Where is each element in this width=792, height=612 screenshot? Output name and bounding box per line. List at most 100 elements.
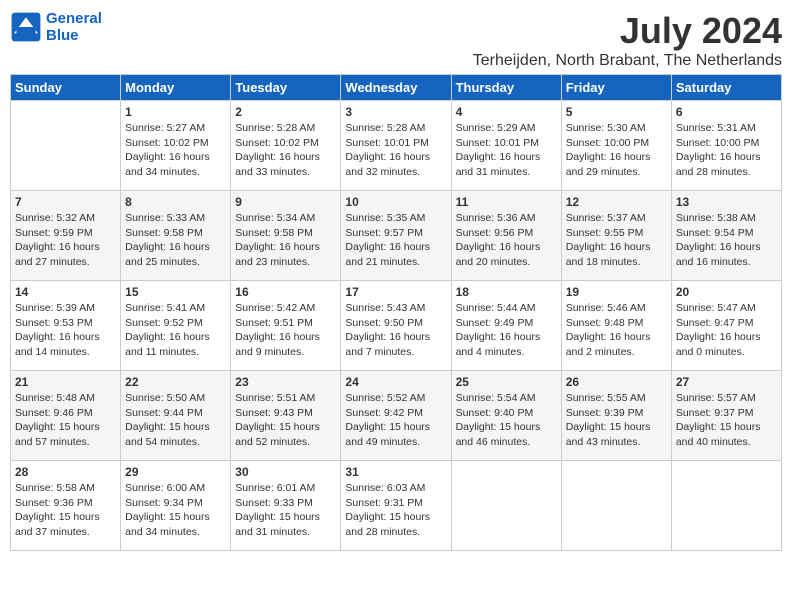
calendar-cell: 4 Sunrise: 5:29 AM Sunset: 10:01 PM Dayli… — [451, 101, 561, 191]
month-title: July 2024 — [473, 10, 782, 52]
calendar-cell: 16 Sunrise: 5:42 AM Sunset: 9:51 PM Dayli… — [231, 281, 341, 371]
calendar-cell — [451, 461, 561, 551]
cell-content: Sunrise: 5:29 AM Sunset: 10:01 PM Daylig… — [456, 121, 557, 180]
cell-content: Sunrise: 5:28 AM Sunset: 10:01 PM Daylig… — [345, 121, 446, 180]
weekday-header-sunday: Sunday — [11, 75, 121, 101]
calendar-cell: 26 Sunrise: 5:55 AM Sunset: 9:39 PM Dayli… — [561, 371, 671, 461]
day-number: 31 — [345, 465, 446, 479]
cell-content: Sunrise: 5:38 AM Sunset: 9:54 PM Dayligh… — [676, 211, 777, 270]
day-number: 24 — [345, 375, 446, 389]
calendar-cell: 7Sunrise: 5:32 AM Sunset: 9:59 PM Daylig… — [11, 191, 121, 281]
cell-content: Sunrise: 5:31 AM Sunset: 10:00 PM Daylig… — [676, 121, 777, 180]
logo-text: General Blue — [46, 10, 102, 44]
cell-content: Sunrise: 5:54 AM Sunset: 9:40 PM Dayligh… — [456, 391, 557, 450]
day-number: 17 — [345, 285, 446, 299]
calendar-week-row: 14 Sunrise: 5:39 AM Sunset: 9:53 PM Dayli… — [11, 281, 782, 371]
day-number: 5 — [566, 105, 667, 119]
day-number: 16 — [235, 285, 336, 299]
cell-content: Sunrise: 5:51 AM Sunset: 9:43 PM Dayligh… — [235, 391, 336, 450]
calendar-week-row: 28 Sunrise: 5:58 AM Sunset: 9:36 PM Dayli… — [11, 461, 782, 551]
calendar-week-row: 1Sunrise: 5:27 AM Sunset: 10:02 PM Dayli… — [11, 101, 782, 191]
cell-content: Sunrise: 5:35 AM Sunset: 9:57 PM Dayligh… — [345, 211, 446, 270]
day-number: 18 — [456, 285, 557, 299]
cell-content: Sunrise: 5:39 AM Sunset: 9:53 PM Dayligh… — [15, 301, 116, 360]
day-number: 28 — [15, 465, 116, 479]
day-number: 4 — [456, 105, 557, 119]
cell-content: Sunrise: 5:44 AM Sunset: 9:49 PM Dayligh… — [456, 301, 557, 360]
calendar-cell: 30 Sunrise: 6:01 AM Sunset: 9:33 PM Dayli… — [231, 461, 341, 551]
day-number: 29 — [125, 465, 226, 479]
calendar-cell: 5Sunrise: 5:30 AM Sunset: 10:00 PM Dayli… — [561, 101, 671, 191]
cell-content: Sunrise: 5:47 AM Sunset: 9:47 PM Dayligh… — [676, 301, 777, 360]
calendar-cell: 13Sunrise: 5:38 AM Sunset: 9:54 PM Dayli… — [671, 191, 781, 281]
calendar-table: SundayMondayTuesdayWednesdayThursdayFrid… — [10, 74, 782, 551]
cell-content: Sunrise: 5:37 AM Sunset: 9:55 PM Dayligh… — [566, 211, 667, 270]
calendar-cell: 2 Sunrise: 5:28 AM Sunset: 10:02 PM Dayli… — [231, 101, 341, 191]
weekday-header-monday: Monday — [121, 75, 231, 101]
calendar-cell: 20 Sunrise: 5:47 AM Sunset: 9:47 PM Dayli… — [671, 281, 781, 371]
calendar-cell: 24 Sunrise: 5:52 AM Sunset: 9:42 PM Dayli… — [341, 371, 451, 461]
calendar-cell: 22 Sunrise: 5:50 AM Sunset: 9:44 PM Dayli… — [121, 371, 231, 461]
day-number: 9 — [235, 195, 336, 209]
cell-content: Sunrise: 5:52 AM Sunset: 9:42 PM Dayligh… — [345, 391, 446, 450]
day-number: 10 — [345, 195, 446, 209]
cell-content: Sunrise: 5:43 AM Sunset: 9:50 PM Dayligh… — [345, 301, 446, 360]
cell-content: Sunrise: 5:55 AM Sunset: 9:39 PM Dayligh… — [566, 391, 667, 450]
calendar-cell — [671, 461, 781, 551]
calendar-cell: 6Sunrise: 5:31 AM Sunset: 10:00 PM Dayli… — [671, 101, 781, 191]
day-number: 14 — [15, 285, 116, 299]
calendar-cell: 12 Sunrise: 5:37 AM Sunset: 9:55 PM Dayli… — [561, 191, 671, 281]
cell-content: Sunrise: 5:58 AM Sunset: 9:36 PM Dayligh… — [15, 481, 116, 540]
day-number: 30 — [235, 465, 336, 479]
cell-content: Sunrise: 5:41 AM Sunset: 9:52 PM Dayligh… — [125, 301, 226, 360]
calendar-cell: 29Sunrise: 6:00 AM Sunset: 9:34 PM Dayli… — [121, 461, 231, 551]
calendar-cell: 10 Sunrise: 5:35 AM Sunset: 9:57 PM Dayli… — [341, 191, 451, 281]
calendar-cell: 9 Sunrise: 5:34 AM Sunset: 9:58 PM Daylig… — [231, 191, 341, 281]
calendar-week-row: 7Sunrise: 5:32 AM Sunset: 9:59 PM Daylig… — [11, 191, 782, 281]
calendar-cell: 15 Sunrise: 5:41 AM Sunset: 9:52 PM Dayli… — [121, 281, 231, 371]
calendar-cell: 28 Sunrise: 5:58 AM Sunset: 9:36 PM Dayli… — [11, 461, 121, 551]
calendar-cell: 19Sunrise: 5:46 AM Sunset: 9:48 PM Dayli… — [561, 281, 671, 371]
day-number: 20 — [676, 285, 777, 299]
calendar-cell: 14 Sunrise: 5:39 AM Sunset: 9:53 PM Dayli… — [11, 281, 121, 371]
day-number: 12 — [566, 195, 667, 209]
day-number: 19 — [566, 285, 667, 299]
cell-content: Sunrise: 6:01 AM Sunset: 9:33 PM Dayligh… — [235, 481, 336, 540]
cell-content: Sunrise: 5:50 AM Sunset: 9:44 PM Dayligh… — [125, 391, 226, 450]
logo: General Blue — [10, 10, 102, 44]
calendar-cell: 31 Sunrise: 6:03 AM Sunset: 9:31 PM Dayli… — [341, 461, 451, 551]
day-number: 22 — [125, 375, 226, 389]
calendar-cell: 25 Sunrise: 5:54 AM Sunset: 9:40 PM Dayli… — [451, 371, 561, 461]
day-number: 1 — [125, 105, 226, 119]
day-number: 26 — [566, 375, 667, 389]
calendar-cell — [11, 101, 121, 191]
weekday-header-saturday: Saturday — [671, 75, 781, 101]
weekday-header-tuesday: Tuesday — [231, 75, 341, 101]
day-number: 21 — [15, 375, 116, 389]
day-number: 27 — [676, 375, 777, 389]
cell-content: Sunrise: 5:34 AM Sunset: 9:58 PM Dayligh… — [235, 211, 336, 270]
cell-content: Sunrise: 6:03 AM Sunset: 9:31 PM Dayligh… — [345, 481, 446, 540]
day-number: 11 — [456, 195, 557, 209]
title-section: July 2024 Terheijden, North Brabant, The… — [473, 10, 782, 70]
day-number: 7 — [15, 195, 116, 209]
day-number: 25 — [456, 375, 557, 389]
cell-content: Sunrise: 5:48 AM Sunset: 9:46 PM Dayligh… — [15, 391, 116, 450]
calendar-cell: 11 Sunrise: 5:36 AM Sunset: 9:56 PM Dayli… — [451, 191, 561, 281]
cell-content: Sunrise: 5:42 AM Sunset: 9:51 PM Dayligh… — [235, 301, 336, 360]
weekday-header-friday: Friday — [561, 75, 671, 101]
calendar-cell: 1Sunrise: 5:27 AM Sunset: 10:02 PM Dayli… — [121, 101, 231, 191]
calendar-cell — [561, 461, 671, 551]
cell-content: Sunrise: 5:28 AM Sunset: 10:02 PM Daylig… — [235, 121, 336, 180]
day-number: 2 — [235, 105, 336, 119]
logo-icon — [10, 11, 42, 43]
cell-content: Sunrise: 5:36 AM Sunset: 9:56 PM Dayligh… — [456, 211, 557, 270]
calendar-cell: 17 Sunrise: 5:43 AM Sunset: 9:50 PM Dayli… — [341, 281, 451, 371]
weekday-header-thursday: Thursday — [451, 75, 561, 101]
calendar-header-row: SundayMondayTuesdayWednesdayThursdayFrid… — [11, 75, 782, 101]
day-number: 8 — [125, 195, 226, 209]
day-number: 3 — [345, 105, 446, 119]
day-number: 15 — [125, 285, 226, 299]
weekday-header-wednesday: Wednesday — [341, 75, 451, 101]
calendar-cell: 21 Sunrise: 5:48 AM Sunset: 9:46 PM Dayli… — [11, 371, 121, 461]
